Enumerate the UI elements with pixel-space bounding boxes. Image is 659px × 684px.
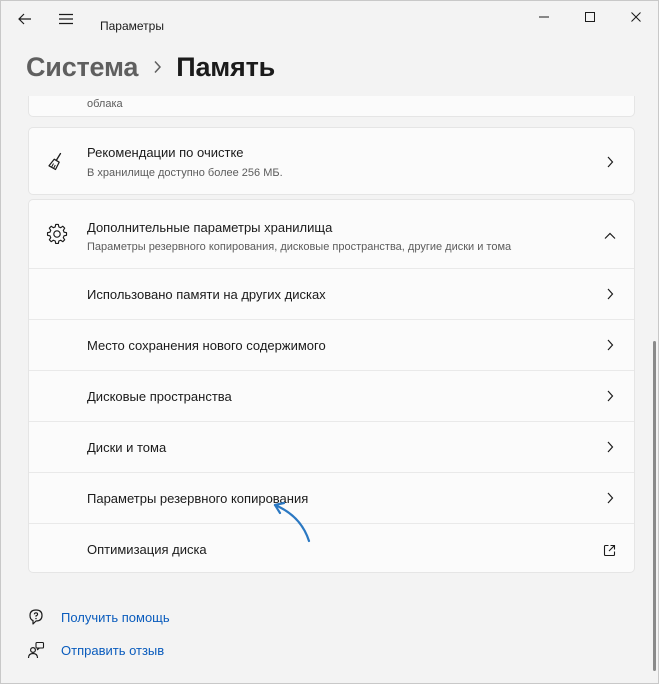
external-link-icon [602,543,616,557]
backup-options-item[interactable]: Параметры резервного копирования [29,472,634,523]
feedback-person-icon [26,640,46,660]
cleanup-subtitle: В хранилище доступно более 256 МБ. [87,167,283,179]
list-item-label: Дисковые пространства [87,389,232,404]
annotation-arrow-icon [273,501,311,543]
send-feedback-link[interactable]: Отправить отзыв [26,639,164,661]
breadcrumb-parent-link[interactable]: Система [26,52,138,83]
get-help-link[interactable]: Получить помощь [26,606,170,628]
cleanup-title: Рекомендации по очистке [87,145,244,160]
breadcrumb-chevron-icon [153,60,162,74]
back-button[interactable] [11,6,39,32]
advanced-storage-subtitle: Параметры резервного копирования, дисков… [87,241,512,253]
chevron-right-icon [604,339,616,351]
chevron-right-icon [604,441,616,453]
advanced-storage-title: Дополнительные параметры хранилища [87,220,333,235]
title-bar: Параметры [1,1,658,37]
storage-spaces-item[interactable]: Дисковые пространства [29,370,634,421]
settings-content: облака Рекомендации по очистке В хранили… [1,96,651,683]
advanced-storage-settings-card: Дополнительные параметры хранилища Парам… [28,199,635,573]
advanced-storage-header[interactable]: Дополнительные параметры хранилища Парам… [29,200,634,268]
back-arrow-icon [18,13,31,25]
cleanup-recommendations-card[interactable]: Рекомендации по очистке В хранилище дост… [28,127,635,195]
maximize-icon [585,12,595,22]
chevron-right-icon [604,156,616,168]
minimize-button[interactable] [521,1,567,33]
save-locations-item[interactable]: Место сохранения нового содержимого [29,319,634,370]
chevron-right-icon [604,288,616,300]
hamburger-icon [59,13,73,25]
send-feedback-label: Отправить отзыв [61,642,165,658]
chevron-right-icon [604,390,616,402]
chevron-up-icon [604,230,616,242]
breadcrumb: Система Память [26,49,275,85]
get-help-label: Получить помощь [61,609,170,625]
cloud-card-subtitle: облака [87,98,123,110]
broom-icon [45,150,69,174]
list-item-label: Оптимизация диска [87,542,207,557]
help-chat-icon [26,607,46,627]
close-button[interactable] [613,1,658,33]
drive-optimization-item[interactable]: Оптимизация диска [29,523,634,572]
navigation-menu-button[interactable] [52,6,80,32]
page-title: Память [176,51,276,82]
list-item-label: Диски и тома [87,440,167,455]
disks-and-volumes-item[interactable]: Диски и тома [29,421,634,472]
close-icon [631,12,641,22]
minimize-icon [539,16,549,18]
settings-window: Параметры Система Память облака Рекоменд… [0,0,659,684]
list-item-label: Место сохранения нового содержимого [87,338,326,353]
gear-icon [45,222,69,246]
list-item-label: Использовано памяти на других дисках [87,287,326,302]
maximize-button[interactable] [567,1,613,33]
chevron-right-icon [604,492,616,504]
other-drives-usage-item[interactable]: Использовано памяти на других дисках [29,268,634,319]
window-title: Параметры [100,19,164,33]
vertical-scrollbar[interactable] [653,341,656,671]
cloud-storage-card[interactable]: облака [28,96,635,117]
